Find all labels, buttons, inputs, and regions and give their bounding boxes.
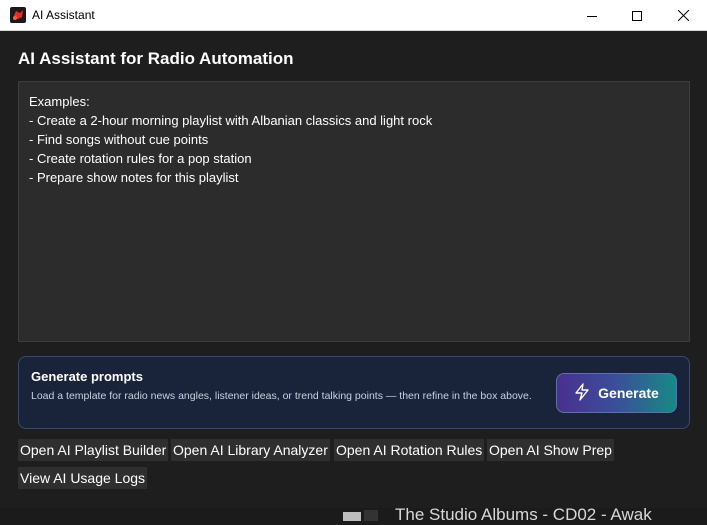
- minimize-button[interactable]: [569, 0, 615, 31]
- minimize-icon: [587, 6, 597, 25]
- title-bar: AI Assistant: [0, 0, 707, 31]
- maximize-button[interactable]: [614, 0, 660, 31]
- open-ai-library-analyzer-button[interactable]: Open AI Library Analyzer: [171, 439, 330, 461]
- generate-card-title: Generate prompts: [31, 369, 143, 384]
- prompt-line: Examples:: [29, 94, 90, 109]
- ai-assistant-window: AI Assistant AI Assistant for Radio Auto…: [0, 0, 707, 524]
- page-title: AI Assistant for Radio Automation: [18, 49, 294, 68]
- generate-button-label: Generate: [598, 385, 659, 401]
- window-title: AI Assistant: [32, 8, 95, 22]
- maximize-icon: [632, 6, 642, 25]
- generate-button[interactable]: Generate: [556, 373, 677, 413]
- background-cell: [364, 510, 378, 521]
- close-icon: [677, 6, 689, 25]
- open-ai-show-prep-button[interactable]: Open AI Show Prep: [487, 439, 614, 461]
- prompt-line: - Create rotation rules for a pop statio…: [29, 151, 252, 166]
- prompt-line: - Prepare show notes for this playlist: [29, 170, 239, 185]
- background-checkbox: [343, 512, 361, 521]
- view-ai-usage-logs-button[interactable]: View AI Usage Logs: [18, 467, 148, 489]
- open-ai-rotation-rules-button[interactable]: Open AI Rotation Rules: [334, 439, 485, 461]
- generate-prompts-card: Generate prompts Load a template for rad…: [18, 356, 690, 429]
- prompt-textarea[interactable]: Examples: - Create a 2-hour morning play…: [18, 81, 690, 342]
- open-ai-playlist-builder-button[interactable]: Open AI Playlist Builder: [18, 439, 169, 461]
- app-logo-icon: [10, 7, 26, 23]
- prompt-line: - Find songs without cue points: [29, 132, 209, 147]
- generate-card-description: Load a template for radio news angles, l…: [31, 390, 532, 402]
- prompt-line: - Create a 2-hour morning playlist with …: [29, 113, 433, 128]
- close-button[interactable]: [660, 0, 706, 31]
- lightning-icon: [574, 382, 598, 404]
- background-track-title: The Studio Albums - CD02 - Awak: [395, 505, 652, 524]
